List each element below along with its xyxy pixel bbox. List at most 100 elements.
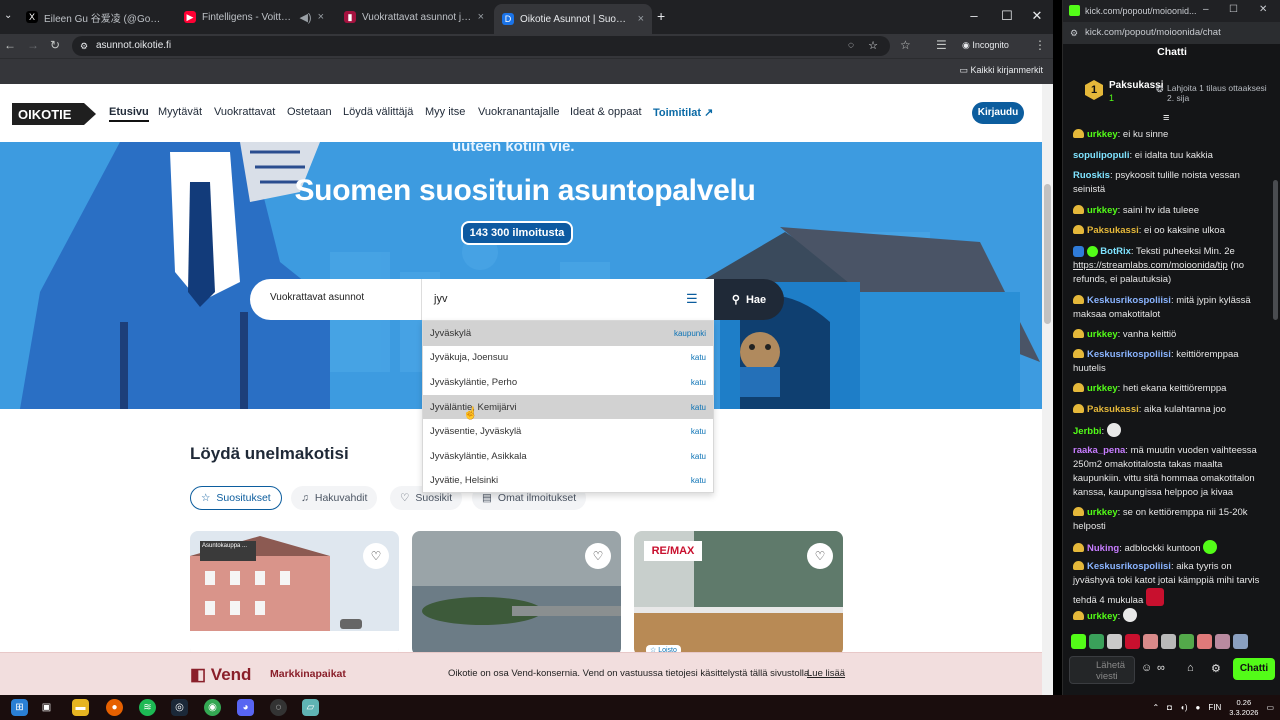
window-close-icon[interactable]: ✕ bbox=[1027, 8, 1047, 24]
forward-icon[interactable]: → bbox=[27, 38, 39, 52]
clock[interactable]: 0.26 3.3.2026 bbox=[1229, 698, 1258, 718]
chat-username[interactable]: Keskusrikospoliisi bbox=[1087, 349, 1171, 360]
maximize-icon[interactable]: ☐ bbox=[997, 8, 1017, 24]
task-view-icon[interactable]: ▣ bbox=[38, 699, 55, 716]
maximize-icon[interactable]: ☐ bbox=[1229, 4, 1238, 15]
nav-myy-itse[interactable]: Myy itse bbox=[425, 106, 465, 118]
suggestion-item[interactable]: Jyväskyläntie, Asikkala katu bbox=[423, 444, 713, 469]
chat-username[interactable]: sopulipopuli bbox=[1073, 150, 1129, 161]
all-bookmarks-button[interactable]: ▭ Kaikki kirjanmerkit bbox=[959, 65, 1043, 76]
chat-username[interactable]: Keskusrikospoliisi bbox=[1087, 561, 1171, 572]
file-explorer-icon[interactable]: ▬ bbox=[72, 699, 89, 716]
listing-card[interactable]: ♡ bbox=[412, 531, 621, 656]
emote-icon[interactable] bbox=[1089, 634, 1104, 649]
search-input[interactable] bbox=[421, 279, 714, 320]
chat-input[interactable]: Lähetä viesti bbox=[1069, 656, 1135, 684]
listing-card[interactable]: RE/MAX ♡ ☆ Loisto bbox=[634, 531, 843, 656]
suggestion-item[interactable]: Jyväskyläntie, Perho katu bbox=[423, 370, 713, 395]
emoji-icon[interactable]: ☺ bbox=[1141, 662, 1152, 674]
app-icon[interactable]: ▱ bbox=[302, 699, 319, 716]
chat-username[interactable]: Paksukassi bbox=[1087, 404, 1139, 415]
chrome-icon[interactable]: ◉ bbox=[204, 699, 221, 716]
site-info-icon[interactable]: ⚙ bbox=[80, 36, 88, 56]
chat-username[interactable]: urkkey bbox=[1087, 129, 1118, 140]
favorite-heart-icon[interactable]: ♡ bbox=[585, 543, 611, 569]
site-info-icon[interactable]: ⚙ bbox=[1070, 22, 1078, 44]
chip-hakuvahdit[interactable]: ♫ Hakuvahdit bbox=[291, 486, 378, 510]
emote-icon[interactable] bbox=[1071, 634, 1086, 649]
scrollbar-thumb[interactable] bbox=[1044, 184, 1051, 324]
menu-icon[interactable]: ⋮ bbox=[1034, 38, 1046, 52]
nav-etusivu[interactable]: Etusivu bbox=[109, 106, 149, 122]
nav-vuokranantajalle[interactable]: Vuokranantajalle bbox=[478, 106, 560, 118]
login-button[interactable]: Kirjaudu bbox=[972, 102, 1024, 124]
favorite-heart-icon[interactable]: ♡ bbox=[807, 543, 833, 569]
nav-loyda-valittaja[interactable]: Löydä välittäjä bbox=[343, 106, 413, 118]
emote-icon[interactable] bbox=[1143, 634, 1158, 649]
infinity-icon[interactable]: ∞ bbox=[1157, 662, 1165, 674]
suggestion-item[interactable]: Jyväkuja, Joensuu katu bbox=[423, 346, 713, 371]
close-icon[interactable]: × bbox=[318, 11, 324, 23]
suggestion-item[interactable]: Jyväskylä kaupunki bbox=[423, 321, 713, 346]
tab-vuokrattavat[interactable]: ▮ Vuokrattavat asunnot ja asunto × bbox=[336, 6, 492, 28]
media-icon[interactable]: ☰ bbox=[936, 38, 947, 52]
incognito-badge[interactable]: ◉ Incognito bbox=[962, 40, 1009, 51]
chat-username[interactable]: urkkey bbox=[1087, 329, 1118, 340]
chat-username[interactable]: Jerbbi bbox=[1073, 426, 1102, 437]
mic-tray-icon[interactable]: ● bbox=[1196, 703, 1201, 712]
minimize-icon[interactable]: – bbox=[1203, 4, 1209, 15]
chat-username[interactable]: urkkey bbox=[1087, 611, 1118, 622]
tab-eileen-gu[interactable]: X Eileen Gu 谷爱凌 (@GoEileenGu bbox=[18, 6, 174, 28]
chat-username[interactable]: urkkey bbox=[1087, 507, 1118, 518]
steam-icon[interactable]: ◎ bbox=[171, 699, 188, 716]
page-scrollbar[interactable] bbox=[1042, 84, 1053, 695]
close-icon[interactable]: × bbox=[638, 13, 644, 25]
emote-icon[interactable] bbox=[1107, 634, 1122, 649]
settings-gear-icon[interactable]: ⚙ bbox=[1211, 662, 1221, 675]
discord-icon[interactable]: ◕ bbox=[237, 699, 254, 716]
filter-sliders-icon[interactable]: ☰ bbox=[686, 291, 698, 307]
chat-username[interactable]: Paksukassi bbox=[1087, 225, 1139, 236]
network-icon[interactable]: ◘ bbox=[1167, 703, 1172, 712]
windows-start-icon[interactable]: ⊞ bbox=[11, 699, 28, 716]
tab-search-icon[interactable]: ⌄ bbox=[4, 10, 12, 21]
chat-username[interactable]: urkkey bbox=[1087, 383, 1118, 394]
chat-username[interactable]: Keskusrikospoliisi bbox=[1087, 295, 1171, 306]
chat-username[interactable]: BotRix bbox=[1100, 246, 1131, 257]
suggestion-item[interactable]: Jyvätie, Helsinki katu bbox=[423, 469, 713, 494]
nav-myytavat[interactable]: Myytävät bbox=[158, 106, 202, 118]
close-icon[interactable]: × bbox=[478, 11, 484, 23]
bookmark-star-icon[interactable]: ☆ bbox=[868, 36, 878, 56]
back-icon[interactable]: ← bbox=[4, 38, 16, 52]
emote-icon[interactable] bbox=[1161, 634, 1176, 649]
window-close-icon[interactable]: ✕ bbox=[1259, 4, 1267, 15]
address-bar[interactable]: ⚙ asunnot.oikotie.fi ◌ ☆ bbox=[72, 36, 890, 56]
suggestion-item[interactable]: Jyväsentie, Jyväskylä katu bbox=[423, 419, 713, 444]
read-more-link[interactable]: Lue lisää bbox=[807, 668, 845, 679]
tray-chevron-icon[interactable]: ⌃ bbox=[1152, 703, 1159, 712]
tab-oikotie-active[interactable]: D Oikotie Asunnot | Suomen suos × bbox=[494, 4, 652, 34]
eye-off-icon[interactable]: ◌ bbox=[848, 36, 854, 56]
favorite-heart-icon[interactable]: ♡ bbox=[363, 543, 389, 569]
expand-chevron-icon[interactable]: ≡ bbox=[1163, 112, 1169, 124]
chip-suositukset[interactable]: ☆ Suositukset bbox=[190, 486, 282, 510]
store-icon[interactable]: ⌂ bbox=[1187, 662, 1194, 674]
listing-card[interactable]: Asuntokauppa ... ♡ bbox=[190, 531, 399, 656]
emote-icon[interactable] bbox=[1233, 634, 1248, 649]
nav-vuokrattavat[interactable]: Vuokrattavat bbox=[214, 106, 275, 118]
emote-icon[interactable] bbox=[1125, 634, 1140, 649]
chat-link[interactable]: https://streamlabs.com/moioonida/tip bbox=[1073, 260, 1228, 271]
chat-username[interactable]: raaka_pena bbox=[1073, 445, 1125, 456]
emote-icon[interactable] bbox=[1179, 634, 1194, 649]
notification-icon[interactable]: ▭ bbox=[1266, 703, 1274, 712]
gift-promo-text[interactable]: Lahjoita 1 tilaus ottaaksesi 2. sija bbox=[1167, 83, 1267, 103]
speaker-icon[interactable]: ◀) bbox=[299, 11, 311, 24]
emote-icon[interactable] bbox=[1197, 634, 1212, 649]
emote-icon[interactable] bbox=[1215, 634, 1230, 649]
chat-username[interactable]: Nuking bbox=[1087, 543, 1119, 554]
reload-icon[interactable]: ↻ bbox=[50, 38, 60, 52]
bookmarks-icon[interactable]: ☆ bbox=[900, 38, 911, 52]
chat-username[interactable]: urkkey bbox=[1087, 205, 1118, 216]
chat-scrollbar[interactable] bbox=[1273, 180, 1278, 320]
new-tab-button[interactable]: + bbox=[657, 8, 665, 24]
